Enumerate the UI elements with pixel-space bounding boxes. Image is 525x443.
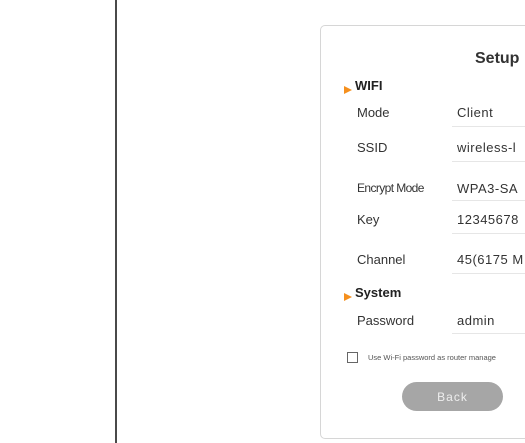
mode-label: Mode <box>357 105 390 120</box>
triangle-right-icon <box>344 289 352 301</box>
section-system-label: System <box>355 285 402 300</box>
section-wifi-label: WIFI <box>355 78 383 93</box>
divider <box>452 161 525 162</box>
back-button[interactable]: Back <box>402 382 503 411</box>
key-label: Key <box>357 212 380 227</box>
channel-value[interactable]: 45(6175 M <box>457 252 524 267</box>
section-system: System <box>344 285 402 301</box>
key-value[interactable]: 12345678 <box>457 212 519 227</box>
router-password-checkbox-label: Use Wi-Fi password as router manage <box>368 353 496 362</box>
divider <box>452 126 525 127</box>
router-password-checkbox[interactable] <box>347 352 358 363</box>
divider <box>452 233 525 234</box>
divider <box>452 200 525 201</box>
password-label: Password <box>357 313 415 328</box>
ssid-value[interactable]: wireless-l <box>457 140 516 155</box>
vertical-divider <box>115 0 117 443</box>
channel-label: Channel <box>357 252 406 267</box>
divider <box>452 333 525 334</box>
encrypt-mode-label: Encrypt Mode <box>357 181 424 195</box>
page-title: Setup <box>475 50 520 67</box>
divider <box>452 273 525 274</box>
triangle-right-icon <box>344 82 352 94</box>
ssid-label: SSID <box>357 140 388 155</box>
section-wifi: WIFI <box>344 78 383 94</box>
encrypt-mode-value[interactable]: WPA3-SA <box>457 181 518 196</box>
mode-value[interactable]: Client <box>457 105 493 120</box>
password-value[interactable]: admin <box>457 313 495 328</box>
